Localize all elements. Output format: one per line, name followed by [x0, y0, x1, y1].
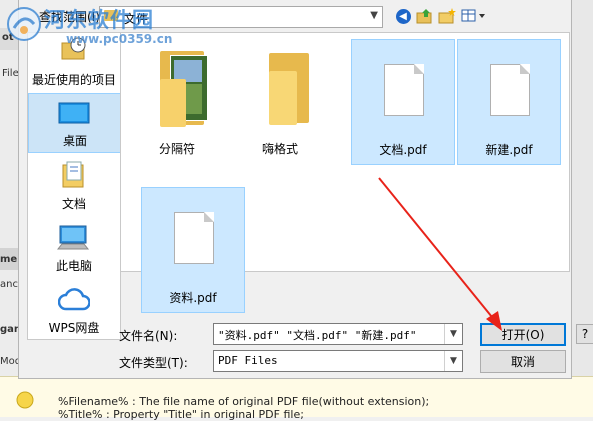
annotation-arrow [378, 177, 502, 331]
watermark-title: 河东软件园 [44, 7, 154, 32]
watermark-url: www.pc0359.cn [66, 32, 173, 46]
watermark-logo [7, 7, 41, 41]
